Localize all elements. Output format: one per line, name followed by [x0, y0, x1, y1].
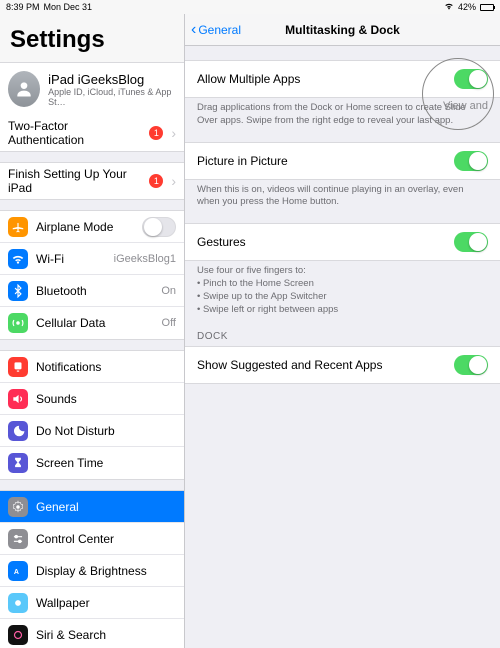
sounds-row[interactable]: Sounds	[0, 383, 184, 415]
wifi-settings-icon	[8, 249, 28, 269]
wifi-icon	[444, 1, 454, 13]
gear-icon	[8, 497, 28, 517]
pip-row[interactable]: Picture in Picture	[185, 142, 500, 180]
allow-multiple-desc: Drag applications from the Dock or Home …	[185, 98, 500, 128]
bluetooth-icon	[8, 281, 28, 301]
siri-row[interactable]: Siri & Search	[0, 619, 184, 648]
wifi-row[interactable]: Wi-Fi iGeeksBlog1	[0, 243, 184, 275]
notifications-icon	[8, 357, 28, 377]
display-icon: A	[8, 561, 28, 581]
apple-id-row[interactable]: iPad iGeeksBlog Apple ID, iCloud, iTunes…	[0, 63, 184, 115]
sounds-icon	[8, 389, 28, 409]
control-center-row[interactable]: Control Center	[0, 523, 184, 555]
battery-text: 42%	[458, 2, 476, 12]
back-button[interactable]: ‹ General	[185, 22, 241, 38]
battery-icon	[480, 4, 494, 11]
status-date: Mon Dec 31	[44, 2, 93, 12]
status-bar: 8:39 PM Mon Dec 31 42%	[0, 0, 500, 14]
allow-multiple-switch[interactable]	[454, 69, 488, 89]
suggested-switch[interactable]	[454, 355, 488, 375]
notifications-row[interactable]: Notifications	[0, 351, 184, 383]
airplane-row[interactable]: Airplane Mode	[0, 211, 184, 243]
avatar	[8, 71, 40, 107]
detail-nav: ‹ General Multitasking & Dock	[185, 14, 500, 46]
display-row[interactable]: A Display & Brightness	[0, 555, 184, 587]
wallpaper-row[interactable]: Wallpaper	[0, 587, 184, 619]
settings-title: Settings	[0, 14, 184, 62]
cellular-icon	[8, 313, 28, 333]
badge: 1	[149, 126, 163, 140]
hourglass-icon	[8, 453, 28, 473]
gestures-desc: Use four or five fingers to: • Pinch to …	[185, 261, 500, 316]
finish-setup-row[interactable]: Finish Setting Up Your iPad 1 ›	[0, 163, 184, 199]
gestures-switch[interactable]	[454, 232, 488, 252]
airplane-switch[interactable]	[142, 217, 176, 237]
bluetooth-row[interactable]: Bluetooth On	[0, 275, 184, 307]
sliders-icon	[8, 529, 28, 549]
chevron-left-icon: ‹	[191, 22, 196, 38]
pip-switch[interactable]	[454, 151, 488, 171]
allow-multiple-apps-row[interactable]: Allow Multiple Apps	[185, 60, 500, 98]
cellular-row[interactable]: Cellular Data Off	[0, 307, 184, 339]
chevron-right-icon: ›	[171, 125, 176, 141]
general-row[interactable]: General	[0, 491, 184, 523]
airplane-icon	[8, 217, 28, 237]
two-factor-row[interactable]: Two-Factor Authentication 1 ›	[0, 115, 184, 151]
dnd-row[interactable]: Do Not Disturb	[0, 415, 184, 447]
siri-icon	[8, 625, 28, 645]
gestures-row[interactable]: Gestures	[185, 223, 500, 261]
pip-desc: When this is on, videos will continue pl…	[185, 180, 500, 210]
svg-text:A: A	[14, 568, 19, 575]
suggested-apps-row[interactable]: Show Suggested and Recent Apps	[185, 346, 500, 384]
dock-section-header: DOCK	[185, 317, 500, 342]
profile-name: iPad iGeeksBlog	[48, 72, 176, 87]
profile-sub: Apple ID, iCloud, iTunes & App St…	[48, 87, 176, 107]
status-time: 8:39 PM	[6, 2, 40, 12]
chevron-right-icon: ›	[171, 173, 176, 189]
wallpaper-icon	[8, 593, 28, 613]
settings-sidebar: Settings iPad iGeeksBlog Apple ID, iClou…	[0, 14, 185, 648]
moon-icon	[8, 421, 28, 441]
badge: 1	[149, 174, 163, 188]
detail-pane: ‹ General Multitasking & Dock Allow Mult…	[185, 14, 500, 648]
screentime-row[interactable]: Screen Time	[0, 447, 184, 479]
